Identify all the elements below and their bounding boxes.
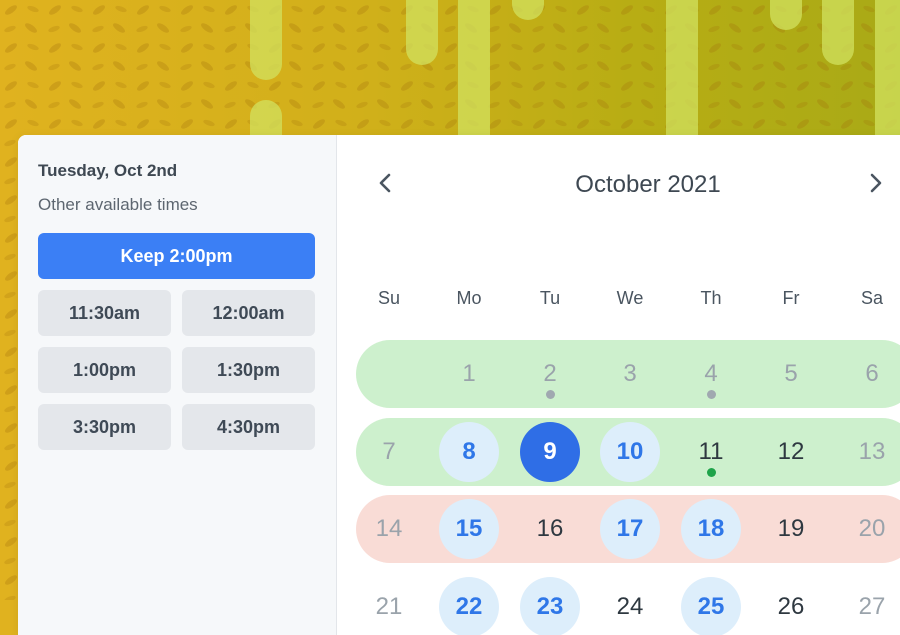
day-cell[interactable]: 10 [600, 422, 660, 482]
day-cell: 1 [462, 360, 476, 387]
day-cell: 14 [375, 515, 403, 542]
day-cell[interactable]: 8 [439, 422, 499, 482]
event-indicator-dot [707, 468, 716, 477]
decorative-drip [875, 0, 900, 155]
day-cell[interactable]: 25 [681, 577, 741, 635]
weekday-header: Th [700, 288, 722, 308]
time-slot-button[interactable]: 1:00pm [38, 347, 171, 393]
decorative-drip [822, 0, 854, 65]
day-cell: 20 [858, 515, 886, 542]
keep-time-button[interactable]: Keep 2:00pm [38, 233, 315, 279]
weekday-header: Fr [782, 288, 800, 308]
scheduling-card: Tuesday, Oct 2nd Other available times K… [18, 135, 900, 635]
day-cell[interactable]: 17 [600, 499, 660, 559]
weekday-header: Tu [539, 288, 561, 308]
day-cell[interactable]: 23 [520, 577, 580, 635]
day-cell: 26 [777, 593, 805, 620]
day-cell: 27 [858, 593, 886, 620]
day-cell: 16 [536, 515, 564, 542]
calendar-panel: October 2021 Su Mo Tu We Th Fr Sa 123456… [337, 135, 900, 635]
day-cell: 3 [623, 360, 637, 387]
weekday-header: Mo [456, 288, 482, 308]
day-cell[interactable]: 18 [681, 499, 741, 559]
time-slot-button[interactable]: 12:00am [182, 290, 315, 336]
day-cell: 19 [777, 515, 805, 542]
time-slot-button[interactable]: 3:30pm [38, 404, 171, 450]
decorative-drip [406, 0, 438, 65]
event-indicator-dot [546, 390, 555, 399]
available-times-label: Other available times [38, 195, 198, 214]
day-cell: 13 [858, 438, 886, 465]
day-cell: 5 [784, 360, 798, 387]
day-cell: 24 [616, 593, 644, 620]
day-cell: 21 [375, 593, 403, 620]
weekday-header: We [616, 288, 644, 308]
day-cell[interactable]: 22 [439, 577, 499, 635]
time-slot-button[interactable]: 4:30pm [182, 404, 315, 450]
decorative-drip [250, 0, 282, 80]
chevron-left-icon[interactable] [374, 171, 398, 195]
time-slot-button[interactable]: 1:30pm [182, 347, 315, 393]
selected-date-heading: Tuesday, Oct 2nd [38, 161, 178, 180]
selected-day[interactable]: 9 [520, 422, 580, 482]
time-slot-button[interactable]: 11:30am [38, 290, 171, 336]
month-title: October 2021 [575, 171, 721, 198]
event-indicator-dot [707, 390, 716, 399]
chevron-right-icon[interactable] [863, 171, 887, 195]
day-cell: 6 [865, 360, 879, 387]
day-cell: 12 [777, 438, 805, 465]
day-cell[interactable]: 15 [439, 499, 499, 559]
decorative-drip [458, 0, 490, 155]
time-picker-panel: Tuesday, Oct 2nd Other available times K… [18, 135, 337, 635]
weekday-header: Su [377, 288, 401, 308]
weekday-header: Sa [860, 288, 884, 308]
decorative-drip [666, 0, 698, 155]
day-cell: 7 [382, 438, 396, 465]
